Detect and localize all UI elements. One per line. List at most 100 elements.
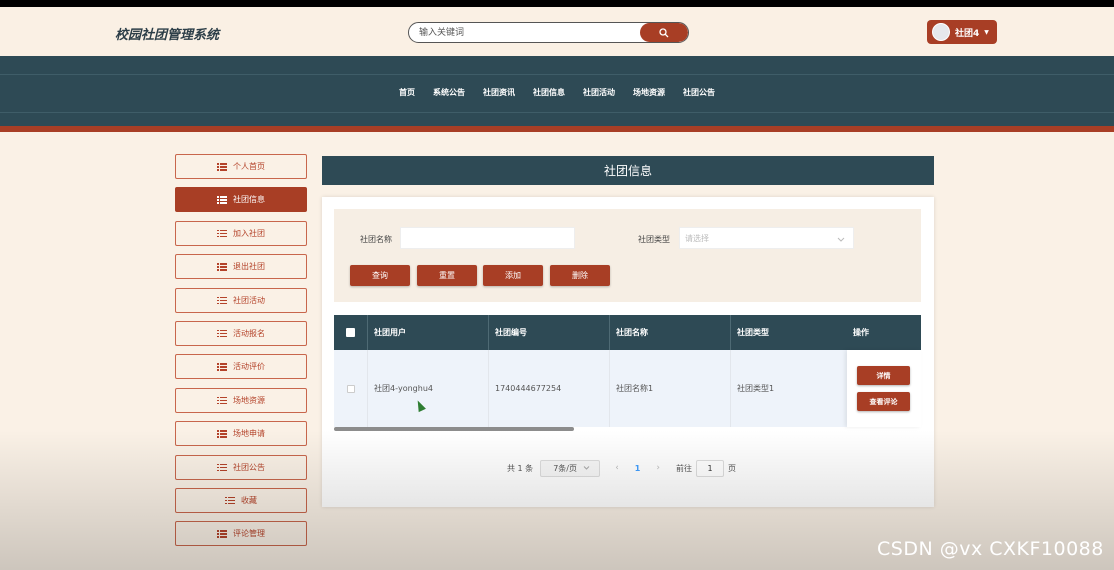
list-icon [217, 229, 227, 238]
horizontal-scrollbar[interactable] [334, 427, 574, 431]
navbar: 首页 系统公告 社团资讯 社团信息 社团活动 场地资源 社团公告 [0, 56, 1114, 132]
sidebar-item-label: 收藏 [241, 495, 257, 505]
chevron-down-icon [837, 237, 845, 242]
sidebar-item-club-notice[interactable]: 社团公告 [175, 454, 307, 480]
watermark: CSDN @vx CXKF10088 [877, 538, 1104, 560]
sidebar-item-label: 评论管理 [233, 529, 265, 539]
avatar [932, 23, 950, 41]
view-comments-button[interactable]: 查看评论 [857, 392, 910, 411]
nav-item-club-notice[interactable]: 社团公告 [674, 87, 724, 98]
page-size-select[interactable]: 7条/页 [540, 459, 601, 477]
sidebar-item-comment-manage[interactable]: 评论管理 [175, 521, 307, 547]
cell-name: 社团名称1 [610, 350, 731, 427]
nav-item-club-activity[interactable]: 社团活动 [574, 87, 624, 98]
nav-menu: 首页 系统公告 社团资讯 社团信息 社团活动 场地资源 社团公告 [0, 87, 1114, 98]
content-panel: 社团名称 社团类型 请选择 查询 重置 添加 删除 社团用户 社团编号 社团名称… [322, 197, 934, 507]
list-icon [217, 263, 227, 271]
sidebar-item-label: 场地资源 [233, 395, 265, 405]
cell-user: 社团4-yonghu4 [368, 350, 489, 427]
list-icon [217, 196, 227, 204]
list-icon [217, 163, 227, 171]
nav-item-club-news[interactable]: 社团资讯 [474, 87, 524, 98]
caret-down-icon: ▼ [984, 28, 989, 36]
page-suffix: 页 [727, 463, 736, 473]
nav-divider [0, 74, 1114, 75]
goto-page-input[interactable]: 1 [695, 459, 724, 477]
goto-label: 前往 [675, 463, 692, 473]
user-name: 社团4 [955, 28, 980, 39]
next-page-icon[interactable]: › [656, 463, 660, 473]
row-checkbox[interactable] [346, 384, 355, 393]
sidebar-item-quit-club[interactable]: 退出社团 [175, 254, 307, 280]
table-header: 社团用户 社团编号 社团名称 社团类型 操作 [334, 315, 921, 350]
search-icon [659, 27, 669, 37]
header: 校园社团管理系统 社团4 ▼ [0, 7, 1114, 56]
nav-item-venue-resource[interactable]: 场地资源 [624, 87, 674, 98]
sidebar-item-label: 活动报名 [233, 328, 265, 338]
row-actions: 详情 查看评论 [847, 350, 921, 427]
nav-item-club-info[interactable]: 社团信息 [524, 87, 574, 98]
add-button[interactable]: 添加 [483, 265, 543, 286]
cell-code: 1740444677254 [489, 350, 610, 427]
sidebar-item-venue-apply[interactable]: 场地申请 [175, 421, 307, 447]
row-select-cell [334, 350, 368, 427]
query-button[interactable]: 查询 [350, 265, 410, 286]
nav-item-system-notice[interactable]: 系统公告 [424, 87, 474, 98]
club-name-input[interactable] [400, 227, 575, 249]
sidebar-item-label: 社团活动 [233, 295, 265, 305]
sidebar: 个人首页 社团信息 加入社团 退出社团 社团活动 活动报名 活动评价 场地资源 … [175, 154, 307, 555]
sidebar-item-activity-signup[interactable]: 活动报名 [175, 320, 307, 346]
sidebar-item-label: 个人首页 [233, 162, 265, 171]
club-type-placeholder: 请选择 [685, 233, 709, 243]
list-icon [217, 329, 227, 338]
list-icon [225, 496, 235, 505]
nav-item-home[interactable]: 首页 [390, 87, 424, 98]
sidebar-item-label: 退出社团 [233, 262, 265, 272]
sidebar-item-venue-resource[interactable]: 场地资源 [175, 387, 307, 413]
list-icon [217, 396, 227, 405]
column-header[interactable]: 社团名称 [610, 315, 731, 350]
chevron-down-icon [583, 466, 590, 470]
club-type-label: 社团类型 [638, 235, 670, 244]
nav-accent-bar [0, 126, 1114, 132]
page-size-value: 7条/页 [553, 463, 577, 473]
sidebar-item-favorites[interactable]: 收藏 [175, 487, 307, 513]
top-black-strip [0, 0, 1114, 7]
cell-type: 社团类型1 [737, 384, 775, 393]
sidebar-item-label: 场地申请 [233, 429, 265, 439]
list-icon [217, 530, 227, 538]
page-number[interactable]: 1 [635, 464, 641, 473]
sidebar-item-label: 活动评价 [233, 362, 265, 372]
user-menu-button[interactable]: 社团4 ▼ [927, 20, 997, 44]
table-row: 社团4-yonghu4 1740444677254 社团名称1 社团类型1 详情… [334, 350, 921, 427]
club-type-select[interactable]: 请选择 [679, 227, 854, 249]
reset-button[interactable]: 重置 [417, 265, 477, 286]
column-header[interactable]: 社团编号 [489, 315, 610, 350]
column-header[interactable]: 社团类型 [731, 315, 847, 350]
sidebar-item-activity-review[interactable]: 活动评价 [175, 354, 307, 380]
sidebar-item-club-activity[interactable]: 社团活动 [175, 287, 307, 313]
search-box [408, 22, 689, 43]
sidebar-item-club-info[interactable]: 社团信息 [175, 187, 307, 213]
prev-page-icon[interactable]: ‹ [615, 463, 619, 473]
search-input[interactable] [419, 25, 639, 40]
detail-button[interactable]: 详情 [857, 366, 910, 385]
brand-title: 校园社团管理系统 [115, 28, 220, 43]
pagination: 共 1 条 7条/页 ‹ 1 › 前往 1 页 [507, 459, 736, 477]
column-header: 操作 [853, 328, 869, 337]
delete-button[interactable]: 删除 [550, 265, 610, 286]
sidebar-item-profile-home[interactable]: 个人首页 [175, 154, 307, 179]
page-title: 社团信息 [322, 156, 934, 185]
nav-divider [0, 112, 1114, 113]
sidebar-item-join-club[interactable]: 加入社团 [175, 220, 307, 246]
club-name-label: 社团名称 [360, 235, 392, 244]
column-header[interactable]: 社团用户 [368, 315, 489, 350]
sidebar-item-label: 加入社团 [233, 228, 265, 238]
list-icon [217, 296, 227, 305]
select-all-checkbox[interactable] [346, 328, 355, 337]
filter-bar: 社团名称 社团类型 请选择 查询 重置 添加 删除 [334, 209, 921, 302]
list-icon [217, 430, 227, 438]
select-all-cell [334, 315, 368, 350]
list-icon [217, 463, 227, 472]
search-button[interactable] [640, 23, 688, 42]
